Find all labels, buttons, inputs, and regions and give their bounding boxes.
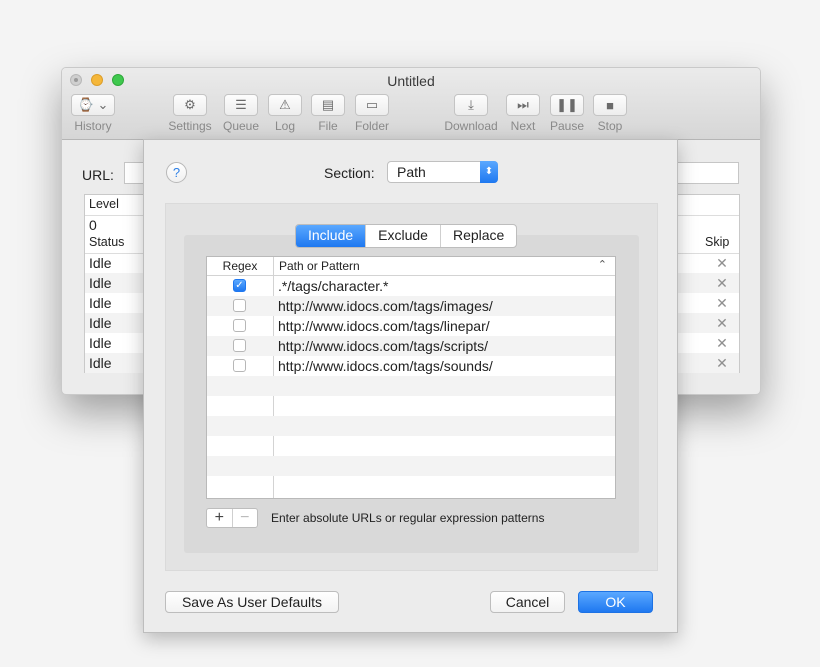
- section-label: Section:: [324, 165, 375, 181]
- toolbar-folder[interactable]: ▭ Folder: [350, 94, 394, 133]
- section-value: Path: [397, 164, 426, 180]
- status-cell: Idle: [89, 275, 112, 291]
- regex-checkbox[interactable]: [233, 339, 246, 352]
- toolbar-label: Pause: [549, 119, 585, 133]
- history-icon: ⌚ ⌄: [71, 94, 115, 116]
- toolbar-label: History: [74, 119, 112, 133]
- cancel-button[interactable]: Cancel: [490, 591, 565, 613]
- pattern-column-header[interactable]: Path or Pattern: [279, 259, 360, 273]
- empty-row: [207, 436, 615, 456]
- toolbar-log[interactable]: ⚠ Log: [267, 94, 303, 133]
- skip-icon[interactable]: ✕: [716, 316, 728, 330]
- gear-icon: ⚙: [173, 94, 207, 116]
- table-row[interactable]: http://www.idocs.com/tags/images/: [207, 296, 615, 316]
- empty-row: [207, 396, 615, 416]
- url-label: URL:: [82, 167, 114, 183]
- ok-button[interactable]: OK: [578, 591, 653, 613]
- pattern-cell: http://www.idocs.com/tags/linepar/: [278, 318, 490, 334]
- filter-tabs: Include Exclude Replace: [295, 224, 518, 248]
- toolbar-label: Stop: [597, 119, 623, 133]
- toolbar-stop[interactable]: ■ Stop: [593, 94, 627, 133]
- status-header: Status: [89, 235, 125, 249]
- skip-icon[interactable]: ✕: [716, 356, 728, 370]
- toolbar-file[interactable]: ▤ File: [310, 94, 346, 133]
- toolbar-label: Next: [510, 119, 536, 133]
- status-cell: Idle: [89, 335, 112, 351]
- skip-header: Skip: [705, 235, 730, 249]
- empty-row: [207, 376, 615, 396]
- status-cell: Idle: [89, 355, 112, 371]
- level-header: Level: [89, 197, 119, 211]
- save-defaults-button[interactable]: Save As User Defaults: [165, 591, 339, 613]
- window-title: Untitled: [387, 73, 435, 89]
- empty-row: [207, 456, 615, 476]
- section-select[interactable]: Path ⬍: [387, 161, 498, 183]
- toolbar-label: Download: [444, 119, 498, 133]
- pause-icon: ❚❚: [550, 94, 584, 116]
- level-value: 0: [89, 217, 97, 233]
- toolbar-download[interactable]: ⤓ Download: [441, 94, 501, 133]
- stop-icon: ■: [593, 94, 627, 116]
- chevron-updown-icon: ⬍: [480, 161, 498, 183]
- table-row[interactable]: http://www.idocs.com/tags/linepar/: [207, 316, 615, 336]
- regex-checkbox[interactable]: ✓: [233, 279, 246, 292]
- list-icon: ☰: [224, 94, 258, 116]
- tab-exclude[interactable]: Exclude: [365, 225, 440, 247]
- toolbar-label: File: [318, 119, 338, 133]
- pattern-cell: http://www.idocs.com/tags/sounds/: [278, 358, 493, 374]
- skip-icon[interactable]: ✕: [716, 256, 728, 270]
- pattern-cell: http://www.idocs.com/tags/images/: [278, 298, 493, 314]
- table-row[interactable]: http://www.idocs.com/tags/scripts/: [207, 336, 615, 356]
- titlebar: Untitled ⌚ ⌄ History ⚙ Settings ☰ Queue …: [62, 68, 760, 140]
- regex-checkbox[interactable]: [233, 299, 246, 312]
- download-icon: ⤓: [454, 94, 488, 116]
- empty-row: [207, 476, 615, 496]
- toolbar-label: Settings: [168, 119, 212, 133]
- sort-ascending-icon: ⌃: [597, 259, 607, 271]
- next-icon: ⏭: [506, 94, 540, 116]
- file-icon: ▤: [311, 94, 345, 116]
- pattern-table: Regex Path or Pattern ⌃ ✓ .*/tags/charac…: [206, 256, 616, 499]
- regex-checkbox[interactable]: [233, 319, 246, 332]
- add-button[interactable]: +: [207, 509, 232, 527]
- status-cell: Idle: [89, 295, 112, 311]
- toolbar-history[interactable]: ⌚ ⌄ History: [70, 94, 116, 133]
- tab-include[interactable]: Include: [296, 225, 366, 247]
- toolbar-label: Folder: [354, 119, 389, 133]
- folder-icon: ▭: [355, 94, 389, 116]
- table-header: Regex Path or Pattern ⌃: [207, 257, 615, 276]
- hint-text: Enter absolute URLs or regular expressio…: [271, 511, 545, 525]
- skip-icon[interactable]: ✕: [716, 336, 728, 350]
- toolbar-pause[interactable]: ❚❚ Pause: [548, 94, 586, 133]
- empty-row: [207, 416, 615, 436]
- table-row[interactable]: http://www.idocs.com/tags/sounds/: [207, 356, 615, 376]
- toolbar-next[interactable]: ⏭ Next: [506, 94, 540, 133]
- table-row[interactable]: ✓ .*/tags/character.*: [207, 276, 615, 296]
- toolbar-settings[interactable]: ⚙ Settings: [166, 94, 214, 133]
- warning-icon: ⚠: [268, 94, 302, 116]
- toolbar-label: Queue: [222, 119, 260, 133]
- skip-icon[interactable]: ✕: [716, 276, 728, 290]
- pattern-cell: .*/tags/character.*: [278, 278, 389, 294]
- pattern-cell: http://www.idocs.com/tags/scripts/: [278, 338, 489, 354]
- tab-replace[interactable]: Replace: [439, 225, 516, 247]
- status-cell: Idle: [89, 315, 112, 331]
- filter-sheet: ? Section: Path ⬍ Include Exclude Replac…: [143, 139, 678, 633]
- status-cell: Idle: [89, 255, 112, 271]
- remove-button[interactable]: −: [231, 509, 258, 527]
- add-remove-control: + −: [206, 508, 258, 528]
- regex-column-header[interactable]: Regex: [207, 259, 273, 273]
- skip-icon[interactable]: ✕: [716, 296, 728, 310]
- help-button[interactable]: ?: [166, 162, 187, 183]
- toolbar-queue[interactable]: ☰ Queue: [221, 94, 261, 133]
- toolbar-label: Log: [274, 119, 296, 133]
- regex-checkbox[interactable]: [233, 359, 246, 372]
